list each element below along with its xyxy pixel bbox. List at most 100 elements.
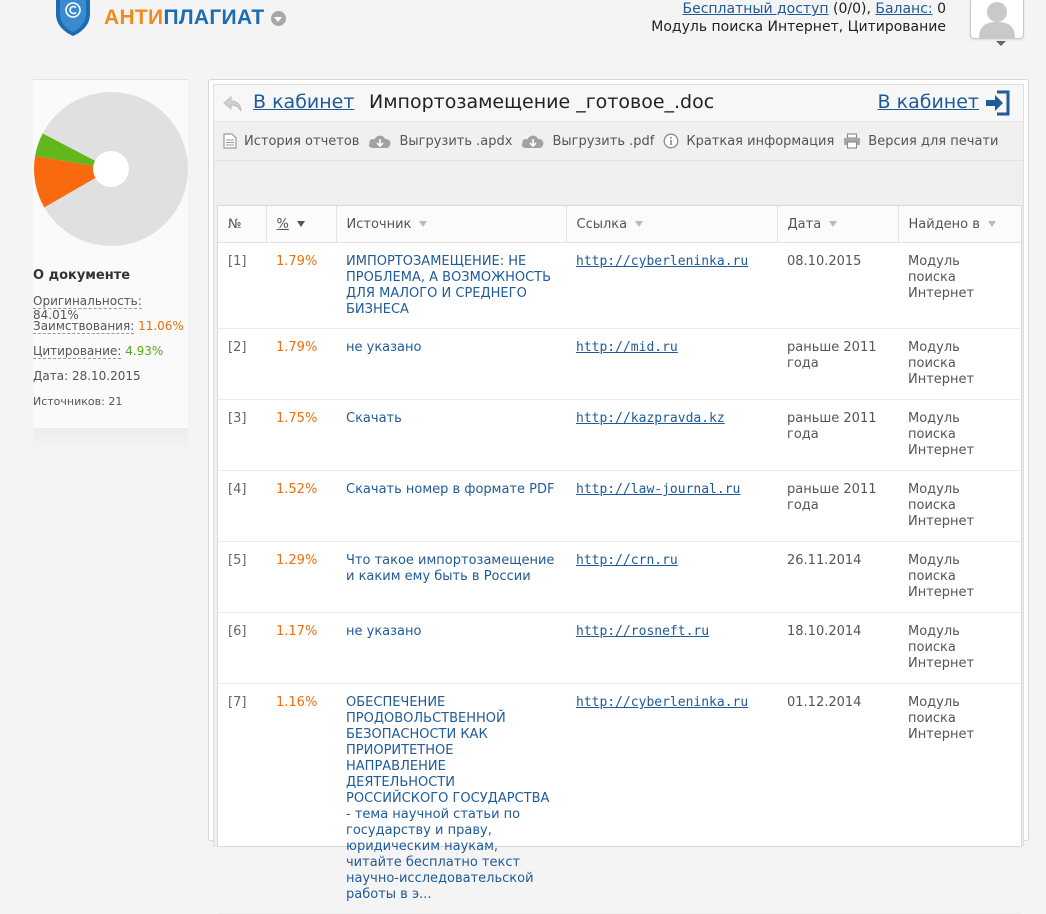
originality-stat: Оригинальность: 84.01% <box>33 294 188 322</box>
sidebar-footer <box>33 428 188 450</box>
print-version-button[interactable]: Версия для печати <box>843 133 998 149</box>
borrowing-label[interactable]: Заимствования: <box>33 319 135 334</box>
sources-table: № % Источник Ссылка Дата Найдено в [1] 1… <box>218 206 1021 914</box>
date-value: 28.10.2015 <box>71 369 141 383</box>
export-apdx-button[interactable]: Выгрузить .apdx <box>368 133 512 149</box>
info-icon <box>663 133 679 149</box>
borrowing-value: 11.06% <box>138 319 184 333</box>
row-link-cell: http://law-journal.ru <box>566 470 777 542</box>
row-link-cell: http://rosneft.ru <box>566 612 777 684</box>
row-percent: 1.52% <box>266 470 336 542</box>
row-percent: 1.29% <box>266 541 336 613</box>
table-row[interactable]: [1] 1.79% ИМПОРТОЗАМЕЩЕНИЕ: НЕ ПРОБЛЕМА,… <box>218 242 1021 329</box>
history-button[interactable]: История отчетов <box>223 133 359 149</box>
pie-center-hole <box>93 151 129 187</box>
row-num: [1] <box>218 242 266 329</box>
enter-cabinet-icon[interactable] <box>983 89 1011 117</box>
row-source[interactable]: не указано <box>336 612 566 684</box>
date-label: Дата: <box>33 369 69 383</box>
row-date: раньше 2011 года <box>777 470 898 542</box>
row-link-cell: http://crn.ru <box>566 541 777 613</box>
table-row[interactable]: [2] 1.79% не указано http://mid.ru раньш… <box>218 328 1021 400</box>
header-percent[interactable]: % <box>266 206 337 243</box>
table-row[interactable]: [7] 1.16% ОБЕСПЕЧЕНИЕ ПРОДОВОЛЬСТВЕННОЙ … <box>218 683 1021 914</box>
row-found-in: Модуль поиска Интернет <box>898 612 1021 684</box>
row-source[interactable]: Скачать номер в формате PDF <box>336 470 566 542</box>
row-link[interactable]: http://mid.ru <box>576 340 678 355</box>
originality-pie-chart <box>34 92 188 246</box>
avatar-dropdown-icon[interactable] <box>996 41 1006 46</box>
sort-icon[interactable] <box>635 221 644 227</box>
sources-label: Источников: <box>33 395 105 408</box>
cabinet-link[interactable]: В кабинет <box>253 91 354 113</box>
header-source[interactable]: Источник <box>336 206 567 243</box>
account-info: Бесплатный доступ (0/0), Баланс: 0 Модул… <box>651 0 946 36</box>
row-found-in: Модуль поиска Интернет <box>898 242 1021 329</box>
sort-desc-icon[interactable] <box>296 221 305 227</box>
row-link[interactable]: http://crn.ru <box>576 553 678 568</box>
document-title: Импортозамещение _готовое_.doc <box>369 91 715 113</box>
header-num[interactable]: № <box>218 206 267 243</box>
table-row[interactable]: [4] 1.52% Скачать номер в формате PDF ht… <box>218 470 1021 542</box>
sort-icon[interactable] <box>987 221 996 227</box>
row-link[interactable]: http://kazpravda.kz <box>576 411 725 426</box>
row-source[interactable]: Скачать <box>336 399 566 471</box>
logo-dropdown-icon[interactable] <box>270 10 286 26</box>
report-titlebar: В кабинет Импортозамещение _готовое_.doc… <box>214 85 1023 122</box>
row-date: 26.11.2014 <box>777 541 898 613</box>
row-num: [2] <box>218 328 266 400</box>
citation-label[interactable]: Цитирование: <box>33 344 122 359</box>
row-link[interactable]: http://rosneft.ru <box>576 624 709 639</box>
row-date: 18.10.2014 <box>777 612 898 684</box>
back-arrow-icon[interactable] <box>222 94 244 114</box>
row-num: [6] <box>218 612 266 684</box>
header-link[interactable]: Ссылка <box>566 206 778 243</box>
row-link[interactable]: http://cyberleninka.ru <box>576 695 748 710</box>
print-version-label: Версия для печати <box>868 133 999 149</box>
row-source[interactable]: ОБЕСПЕЧЕНИЕ ПРОДОВОЛЬСТВЕННОЙ БЕЗОПАСНОС… <box>336 683 566 914</box>
row-found-in: Модуль поиска Интернет <box>898 328 1021 400</box>
row-percent: 1.79% <box>266 328 336 400</box>
sources-value: 21 <box>108 395 123 408</box>
row-source[interactable]: ИМПОРТОЗАМЕЩЕНИЕ: НЕ ПРОБЛЕМА, А ВОЗМОЖН… <box>336 242 566 329</box>
row-found-in: Модуль поиска Интернет <box>898 683 1021 914</box>
balance-value: 0 <box>937 1 946 17</box>
user-silhouette-icon <box>979 2 1015 38</box>
row-found-in: Модуль поиска Интернет <box>898 541 1021 613</box>
logo[interactable]: АНТИПЛАГИАТ <box>54 0 286 36</box>
row-source[interactable]: не указано <box>336 328 566 400</box>
row-date: раньше 2011 года <box>777 399 898 471</box>
originality-label[interactable]: Оригинальность: <box>33 294 142 309</box>
brief-info-label: Краткая информация <box>686 133 835 149</box>
avatar[interactable] <box>970 0 1024 39</box>
report-panel-inner: В кабинет Импортозамещение _готовое_.doc… <box>213 84 1024 914</box>
row-found-in: Модуль поиска Интернет <box>898 470 1021 542</box>
free-access-link[interactable]: Бесплатный доступ <box>682 1 828 17</box>
brief-info-button[interactable]: Краткая информация <box>663 133 834 149</box>
row-source[interactable]: Что такое импортозамещение и каким ему б… <box>336 541 566 613</box>
shield-logo-icon <box>56 0 90 36</box>
sources-stat: Источников: 21 <box>33 395 122 408</box>
row-date: раньше 2011 года <box>777 328 898 400</box>
table-row[interactable]: [6] 1.17% не указано http://rosneft.ru 1… <box>218 612 1021 684</box>
sort-icon[interactable] <box>419 221 428 227</box>
logo-text: АНТИПЛАГИАТ <box>104 6 265 29</box>
sources-table-container: № % Источник Ссылка Дата Найдено в [1] 1… <box>217 205 1022 914</box>
table-header-row: № % Источник Ссылка Дата Найдено в <box>218 206 1021 243</box>
citation-stat: Цитирование: 4.93% <box>33 344 163 359</box>
about-document-title: О документе <box>33 268 131 283</box>
borrowing-stat: Заимствования: 11.06% <box>33 319 184 334</box>
table-row[interactable]: [5] 1.29% Что такое импортозамещение и к… <box>218 541 1021 613</box>
printer-icon <box>844 133 861 149</box>
table-row[interactable]: [3] 1.75% Скачать http://kazpravda.kz ра… <box>218 399 1021 471</box>
row-link[interactable]: http://law-journal.ru <box>576 482 740 497</box>
header-found-in[interactable]: Найдено в <box>898 206 1021 243</box>
export-pdf-button[interactable]: Выгрузить .pdf <box>521 133 654 149</box>
row-link-cell: http://kazpravda.kz <box>566 399 777 471</box>
header-date[interactable]: Дата <box>777 206 899 243</box>
row-num: [7] <box>218 683 266 914</box>
sort-icon[interactable] <box>829 221 838 227</box>
balance-link[interactable]: Баланс: <box>875 1 932 17</box>
row-link[interactable]: http://cyberleninka.ru <box>576 254 748 269</box>
cabinet-link-right[interactable]: В кабинет <box>878 91 979 113</box>
